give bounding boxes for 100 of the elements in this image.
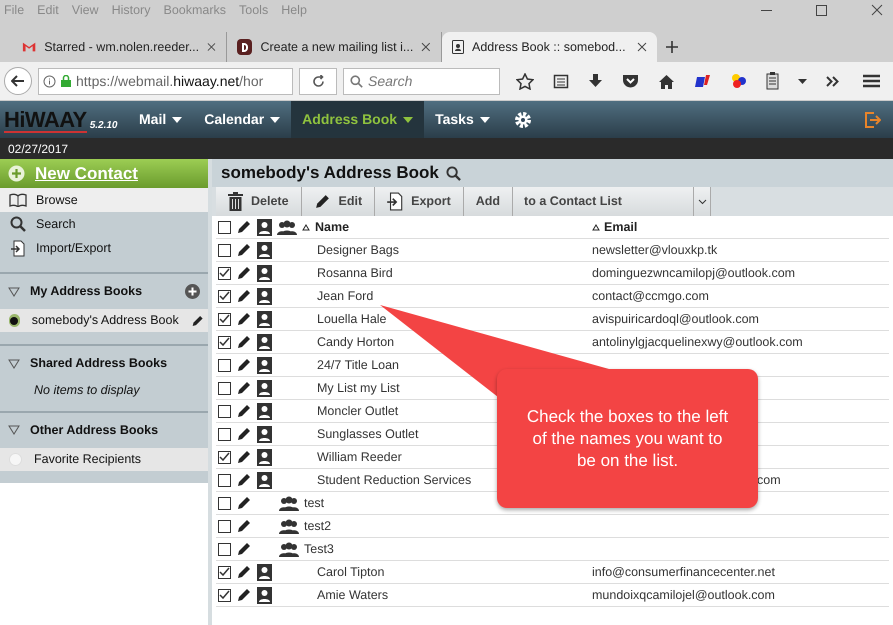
colored-dots-icon[interactable] xyxy=(731,73,747,89)
checkbox[interactable] xyxy=(218,220,231,234)
close-icon[interactable] xyxy=(637,42,647,52)
sidebar-link[interactable]: Browse xyxy=(0,188,208,212)
checkbox[interactable] xyxy=(218,382,231,394)
add-circle-icon[interactable] xyxy=(185,284,200,299)
dropdown-caret-icon[interactable] xyxy=(798,78,807,84)
pencil-icon[interactable] xyxy=(236,334,252,350)
name-cell-text: test xyxy=(304,494,324,512)
pencil-icon[interactable] xyxy=(236,288,252,304)
column-header[interactable]: Name xyxy=(315,218,350,236)
checkbox[interactable] xyxy=(218,336,231,348)
checkbox[interactable] xyxy=(218,312,231,326)
collapse-triangle-icon[interactable] xyxy=(8,358,20,368)
close-icon[interactable] xyxy=(207,42,216,52)
extension-logo-icon[interactable] xyxy=(694,73,712,89)
name-cell-text: Moncler Outlet xyxy=(316,402,398,420)
pencil-icon[interactable] xyxy=(236,449,252,465)
checkbox[interactable] xyxy=(218,496,231,510)
pencil-icon[interactable] xyxy=(236,587,252,603)
address-field[interactable]: https://webmail.hiwaay.net/hor xyxy=(38,68,293,94)
pencil-icon[interactable] xyxy=(236,265,252,281)
maximize-icon[interactable] xyxy=(816,4,827,16)
overflow-chevrons-icon[interactable] xyxy=(826,76,839,86)
person-icon xyxy=(257,402,272,420)
pocket-icon[interactable] xyxy=(622,74,639,88)
contact-list-select[interactable]: to a Contact List xyxy=(513,187,712,216)
checkbox[interactable] xyxy=(218,358,231,372)
checkbox[interactable] xyxy=(218,520,231,532)
reload-button[interactable] xyxy=(299,68,337,94)
contact-row[interactable]: Designer Bags newsletter@vlouxkp.tk xyxy=(216,239,889,262)
contact-row[interactable]: Test3 xyxy=(216,538,889,561)
contact-row[interactable]: Carol Tipton info@consumerfinancecenter.net xyxy=(216,561,889,584)
contact-row[interactable]: test2 xyxy=(216,515,889,538)
column-header[interactable]: Email xyxy=(604,218,638,236)
pencil-icon[interactable] xyxy=(236,472,252,488)
checkbox[interactable] xyxy=(218,290,231,302)
toolbar-button[interactable]: Add xyxy=(464,187,514,216)
close-icon[interactable] xyxy=(871,4,883,16)
radio-dot[interactable] xyxy=(9,314,20,327)
home-icon[interactable] xyxy=(658,74,675,88)
toolbar-button[interactable]: Edit xyxy=(302,187,376,216)
checkbox[interactable] xyxy=(218,450,231,464)
pencil-icon[interactable] xyxy=(236,357,252,373)
contact-row[interactable]: Jean Ford contact@ccmgo.com xyxy=(216,285,889,308)
checkbox[interactable] xyxy=(218,428,231,440)
settings-icon[interactable] xyxy=(512,110,533,130)
name-cell-text: Student Reduction Services xyxy=(316,472,472,489)
nav-menu-item[interactable]: Calendar xyxy=(193,101,292,138)
checkbox[interactable] xyxy=(218,244,231,256)
pencil-icon[interactable] xyxy=(236,541,252,557)
nav-menu-item[interactable]: Address Book xyxy=(291,101,424,138)
name-cell-text: William Reeder xyxy=(316,448,402,466)
menu-icon[interactable] xyxy=(863,74,880,88)
toolbar-button[interactable]: Delete xyxy=(216,187,302,216)
checkbox[interactable] xyxy=(218,474,231,486)
pencil-icon[interactable] xyxy=(236,242,252,258)
star-icon[interactable] xyxy=(516,72,534,90)
checkbox[interactable] xyxy=(218,566,231,578)
pencil-icon[interactable] xyxy=(236,564,252,580)
checkbox[interactable] xyxy=(218,542,231,556)
checkbox[interactable] xyxy=(218,266,231,280)
sort-ascending-icon[interactable] xyxy=(302,224,310,230)
name-cell-text: Rosanna Bird xyxy=(316,264,393,282)
logout-icon[interactable] xyxy=(865,112,881,128)
back-button[interactable] xyxy=(4,67,32,95)
name-cell-text: 24/7 Title Loan xyxy=(316,356,400,374)
checkbox[interactable] xyxy=(218,404,231,418)
search-icon[interactable] xyxy=(446,166,461,180)
contact-row[interactable]: Rosanna Bird dominguezwncamilopj@outlook.com xyxy=(216,262,889,285)
caret-icon xyxy=(403,116,414,122)
section-heading: Shared Address Books xyxy=(30,355,168,372)
sidebar-link[interactable]: Search xyxy=(0,212,208,236)
recipients-list-item[interactable]: Favorite Recipients xyxy=(0,448,208,471)
close-icon[interactable] xyxy=(421,42,431,52)
pencil-icon[interactable] xyxy=(236,219,252,235)
address-book-item[interactable]: somebody's Address Book xyxy=(0,309,208,332)
download-icon[interactable] xyxy=(588,73,603,89)
search-field[interactable]: Search xyxy=(368,70,488,92)
nav-menu-item[interactable]: Mail xyxy=(128,101,194,138)
pencil-icon[interactable] xyxy=(236,518,252,534)
document-arrow-icon xyxy=(387,192,404,211)
name-cell-text: My List my List xyxy=(316,380,400,397)
sort-ascending-icon[interactable] xyxy=(592,224,600,230)
nav-menu-item[interactable]: Tasks xyxy=(424,101,501,138)
pencil-icon[interactable] xyxy=(236,426,252,442)
pencil-icon[interactable] xyxy=(236,311,252,327)
browser-tab[interactable]: Address Book :: somebod... xyxy=(442,32,657,62)
checkbox[interactable] xyxy=(218,588,231,602)
contact-row[interactable]: Amie Waters mundoixqcamilojel@outlook.com xyxy=(216,584,889,607)
pencil-icon[interactable] xyxy=(236,495,252,511)
pencil-icon[interactable] xyxy=(236,403,252,419)
clipboard-icon[interactable] xyxy=(553,73,569,89)
collapse-triangle-icon[interactable] xyxy=(8,425,20,436)
collapse-triangle-icon[interactable] xyxy=(8,286,20,296)
pencil-icon[interactable] xyxy=(236,380,252,396)
battery-clipboard-icon[interactable] xyxy=(766,72,779,90)
search-box[interactable]: Search xyxy=(343,68,500,94)
sidebar-link[interactable]: Import/Export xyxy=(0,236,208,260)
toolbar-button[interactable]: Export xyxy=(375,187,464,216)
